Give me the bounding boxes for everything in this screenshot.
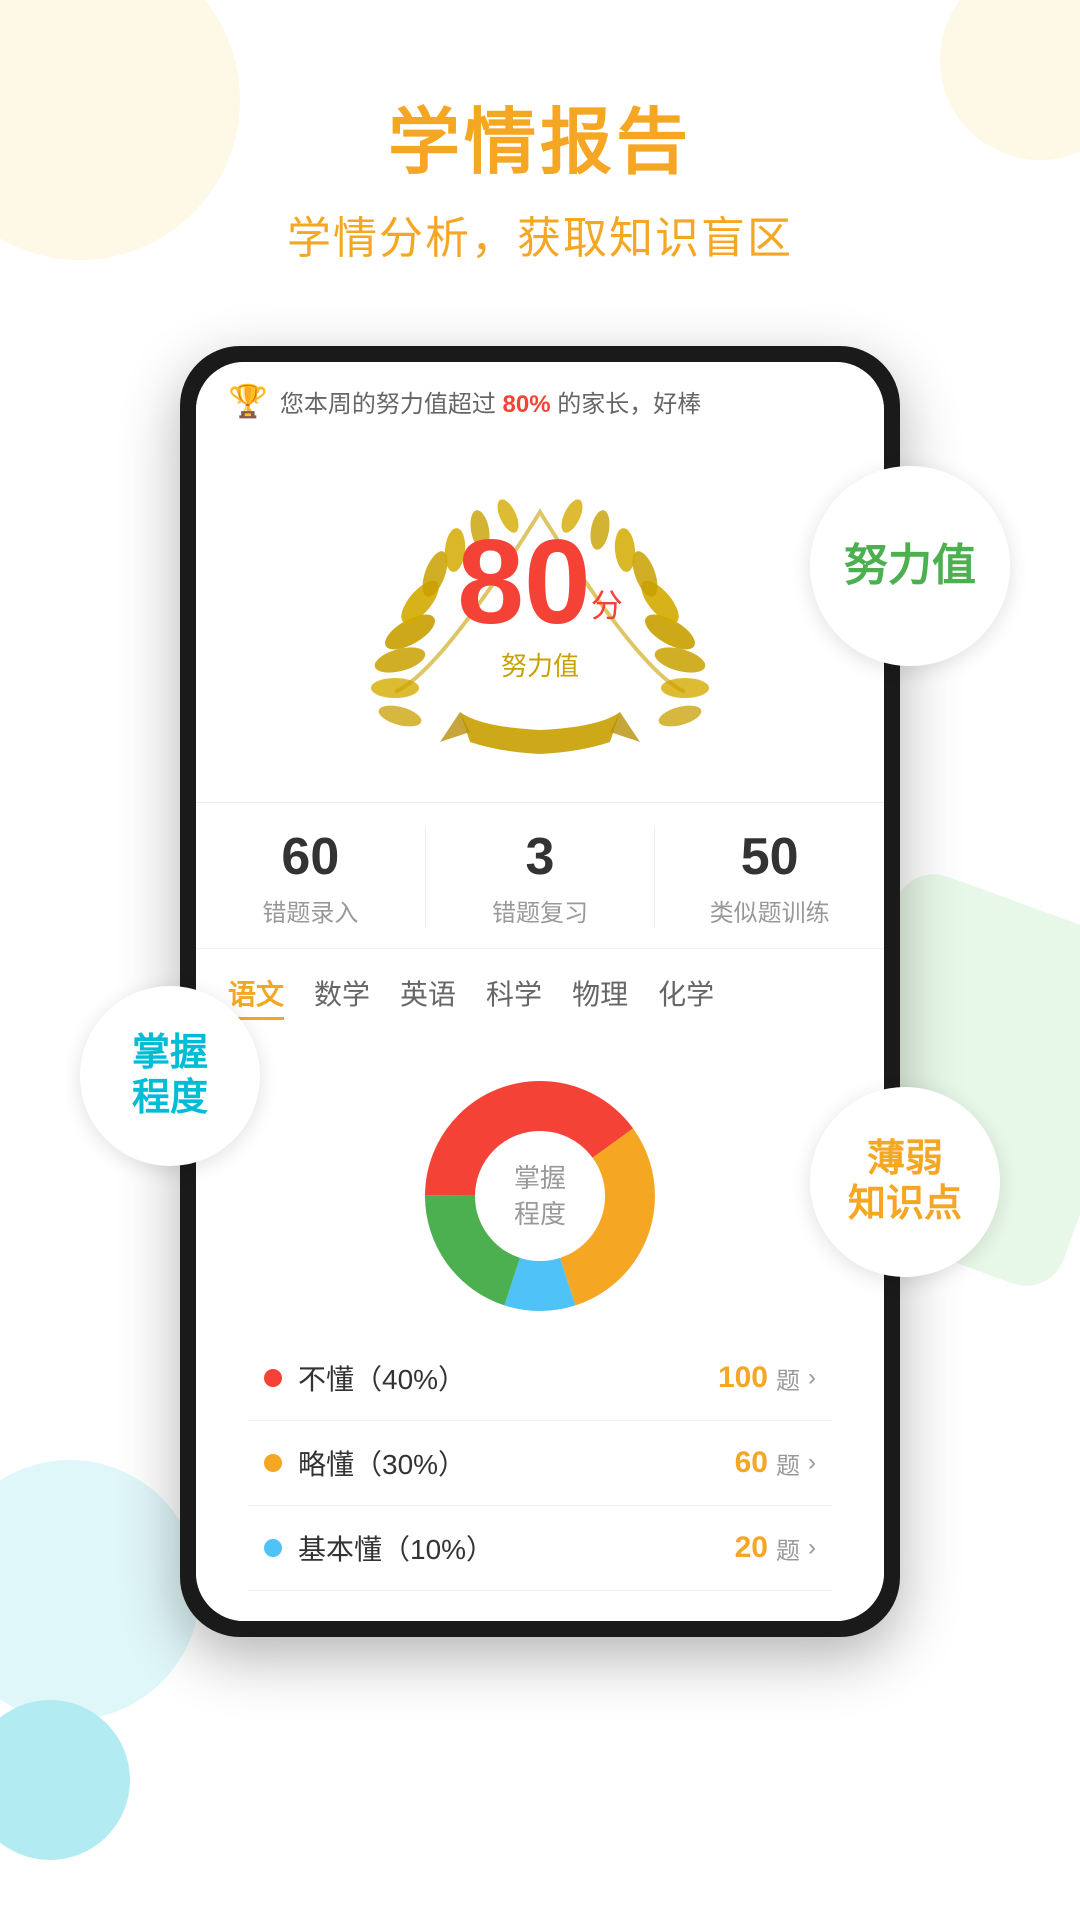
- tab-science[interactable]: 科学: [486, 973, 542, 1020]
- legend-item-1[interactable]: 略懂（30%） 60 题 ›: [248, 1421, 832, 1506]
- legend-dot-2: [264, 1539, 282, 1557]
- stats-row: 60 错题录入 3 错题复习 50 类似题训练: [196, 802, 884, 948]
- score-display: 80分 努力值: [457, 522, 623, 683]
- score-section: 80分 努力值: [196, 432, 884, 802]
- title-section: 学情报告 学情分析，获取知识盲区: [287, 100, 793, 266]
- legend-arrow-2: ›: [808, 1534, 816, 1562]
- chart-section: 掌握程度 不懂（40%） 100 题 ›: [196, 1036, 884, 1621]
- stat-desc-1: 错题复习: [426, 893, 655, 928]
- bg-decoration-bottom-left2: [0, 1700, 130, 1860]
- legend-arrow-0: ›: [808, 1364, 816, 1392]
- score-label: 努力值: [457, 646, 623, 683]
- legend-arrow-1: ›: [808, 1449, 816, 1477]
- legend-dot-1: [264, 1454, 282, 1472]
- score-unit: 分: [591, 588, 623, 624]
- tab-chemistry[interactable]: 化学: [658, 973, 714, 1020]
- stat-number-1: 3: [426, 827, 655, 887]
- stat-number-2: 50: [655, 827, 884, 887]
- stat-wrong-review: 3 错题复习: [426, 827, 656, 928]
- legend-label-1: 略懂（30%）: [298, 1443, 466, 1483]
- legend-left-0: 不懂（40%）: [264, 1358, 466, 1398]
- phone-screen: 🏆 您本周的努力值超过 80% 的家长，好棒: [196, 362, 884, 1621]
- tab-chinese[interactable]: 语文: [228, 973, 284, 1020]
- stat-number-0: 60: [196, 827, 425, 887]
- legend-right-1: 60 题 ›: [735, 1446, 816, 1481]
- legend-count-0: 100: [718, 1361, 768, 1395]
- notification-bar: 🏆 您本周的努力值超过 80% 的家长，好棒: [196, 362, 884, 432]
- legend-unit-0: 题: [776, 1361, 800, 1396]
- phone-frame: 🏆 您本周的努力值超过 80% 的家长，好棒: [180, 346, 900, 1637]
- legend-item-2[interactable]: 基本懂（10%） 20 题 ›: [248, 1506, 832, 1591]
- float-label-weak: 薄弱 知识点: [810, 1087, 1000, 1277]
- float-label-effort: 努力值: [810, 466, 1010, 666]
- notification-text: 您本周的努力值超过 80% 的家长，好棒: [280, 384, 701, 419]
- legend-count-2: 20: [735, 1531, 768, 1565]
- score-number: 80: [457, 515, 590, 649]
- stat-desc-0: 错题录入: [196, 893, 425, 928]
- legend-unit-1: 题: [776, 1446, 800, 1481]
- legend-section: 不懂（40%） 100 题 › 略懂（30%）: [228, 1336, 852, 1591]
- sub-title: 学情分析，获取知识盲区: [287, 202, 793, 266]
- tab-physics[interactable]: 物理: [572, 973, 628, 1020]
- legend-left-1: 略懂（30%）: [264, 1443, 466, 1483]
- stat-wrong-entry: 60 错题录入: [196, 827, 426, 928]
- subject-tabs: 语文 数学 英语 科学 物理 化学: [196, 948, 884, 1036]
- page-content: 学情报告 学情分析，获取知识盲区 努力值 掌握 程度 薄弱 知识点 🏆 您本周的…: [0, 0, 1080, 1637]
- donut-center-label: 掌握程度: [514, 1160, 566, 1233]
- legend-count-1: 60: [735, 1446, 768, 1480]
- main-title: 学情报告: [287, 100, 793, 186]
- legend-unit-2: 题: [776, 1531, 800, 1566]
- laurel-container: 80分 努力值: [360, 452, 720, 772]
- legend-right-0: 100 题 ›: [718, 1361, 816, 1396]
- legend-dot-0: [264, 1369, 282, 1387]
- tab-english[interactable]: 英语: [400, 973, 456, 1020]
- phone-container: 努力值 掌握 程度 薄弱 知识点 🏆 您本周的努力值超过 80% 的家长，好棒: [130, 346, 950, 1637]
- stat-desc-2: 类似题训练: [655, 893, 884, 928]
- float-label-mastery: 掌握 程度: [80, 986, 260, 1166]
- trophy-icon: 🏆: [228, 382, 268, 420]
- legend-right-2: 20 题 ›: [735, 1531, 816, 1566]
- legend-label-2: 基本懂（10%）: [298, 1528, 494, 1568]
- legend-item-0[interactable]: 不懂（40%） 100 题 ›: [248, 1336, 832, 1421]
- donut-chart: 掌握程度: [400, 1056, 680, 1336]
- legend-label-0: 不懂（40%）: [298, 1358, 466, 1398]
- stat-similar-practice: 50 类似题训练: [655, 827, 884, 928]
- legend-left-2: 基本懂（10%）: [264, 1528, 494, 1568]
- tab-math[interactable]: 数学: [314, 973, 370, 1020]
